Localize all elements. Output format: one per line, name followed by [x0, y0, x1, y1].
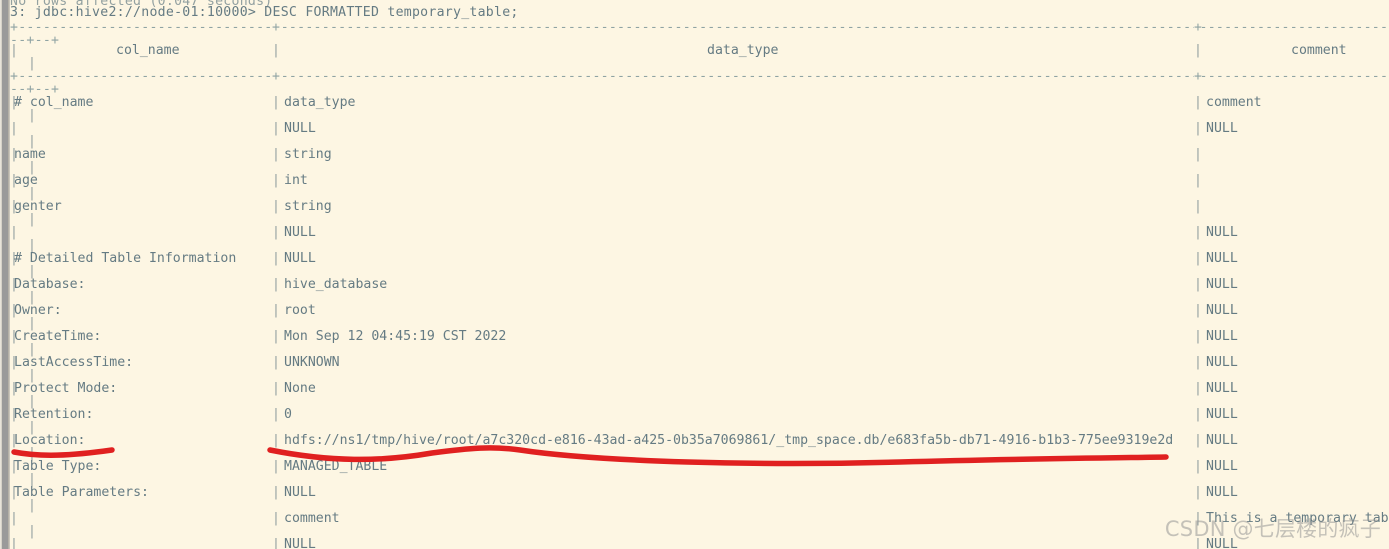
row-pipe-mid: | [272, 537, 280, 549]
separator-junction: + [272, 20, 281, 35]
cell-col-name: Location: [14, 433, 86, 448]
row-pipe-right: | [1194, 147, 1202, 162]
cell-data-type: NULL [284, 537, 316, 549]
row-wrap-pipe: | [28, 498, 36, 513]
cell-data-type: None [284, 381, 316, 396]
row-pipe-mid: | [272, 121, 280, 136]
cell-comment: NULL [1206, 329, 1238, 344]
row-wrap-pipe: | [28, 212, 36, 227]
row-wrap-pipe: | [28, 108, 36, 123]
row-pipe-right: | [1194, 459, 1202, 474]
row-pipe-mid: | [272, 277, 280, 292]
cell-data-type: comment [284, 511, 340, 526]
row-pipe-right: | [1194, 173, 1202, 188]
row-pipe-left: | [10, 537, 18, 549]
cell-data-type: Mon Sep 12 04:45:19 CST 2022 [284, 329, 507, 344]
row-pipe-left: | [10, 121, 18, 136]
row-pipe-right: | [1194, 355, 1202, 370]
cell-comment: NULL [1206, 277, 1238, 292]
cell-data-type: string [284, 147, 332, 162]
row-pipe-right: | [1194, 277, 1202, 292]
cell-col-name: # Detailed Table Information [14, 251, 237, 266]
cell-comment: NULL [1206, 303, 1238, 318]
row-pipe-mid: | [272, 329, 280, 344]
cell-comment: comment [1206, 95, 1262, 110]
header-wrap-pipe: | [28, 56, 36, 71]
cell-comment: NULL [1206, 459, 1238, 474]
cell-col-name: Retention: [14, 407, 94, 422]
cell-col-name: Owner: [14, 303, 62, 318]
row-pipe-mid: | [272, 433, 280, 448]
row-pipe-right: | [1194, 199, 1202, 214]
cell-comment: NULL [1206, 355, 1238, 370]
cell-comment: NULL [1206, 121, 1238, 136]
row-pipe-mid: | [272, 199, 280, 214]
separator-segment: +---------------------------------------… [10, 70, 1389, 83]
cell-data-type: string [284, 199, 332, 214]
row-wrap-pipe: | [28, 524, 36, 539]
csdn-watermark: CSDN @七层楼的疯子 [1164, 517, 1381, 541]
column-header-data-type: data_type [707, 43, 779, 58]
row-pipe-right: | [1194, 433, 1202, 448]
terminal-window: No rows affected (0.047 seconds) 3: jdbc:… [0, 0, 1389, 549]
row-pipe-mid: | [272, 511, 280, 526]
cell-col-name: # col_name [14, 95, 94, 110]
cell-data-type: NULL [284, 225, 316, 240]
row-pipe-mid: | [272, 485, 280, 500]
console-output: No rows affected (0.047 seconds) 3: jdbc:… [10, 0, 1389, 549]
vertical-scrollbar[interactable] [0, 0, 10, 549]
row-pipe-right: | [1194, 381, 1202, 396]
separator-junction: + [272, 69, 281, 84]
row-pipe-right: | [1194, 251, 1202, 266]
row-pipe-left: | [10, 511, 18, 526]
row-pipe-right: | [1194, 485, 1202, 500]
row-pipe-mid: | [272, 459, 280, 474]
cell-data-type: hdfs://ns1/tmp/hive/root/a7c320cd-e816-4… [284, 433, 1174, 448]
cell-data-type: NULL [284, 251, 316, 266]
cell-comment: NULL [1206, 407, 1238, 422]
separator-segment: +---------------------------------------… [10, 21, 1389, 34]
cell-comment: NULL [1206, 225, 1238, 240]
cell-data-type: hive_database [284, 277, 388, 292]
row-pipe-mid: | [272, 303, 280, 318]
cell-col-name: genter [14, 199, 62, 214]
scrollbar-thumb[interactable] [1, 0, 9, 549]
row-pipe-mid: | [272, 407, 280, 422]
cell-col-name: Database: [14, 277, 86, 292]
cell-data-type: NULL [284, 485, 316, 500]
cell-comment: NULL [1206, 251, 1238, 266]
cell-data-type: data_type [284, 95, 356, 110]
separator-junction: + [1194, 69, 1203, 84]
cell-data-type: 0 [284, 407, 292, 422]
row-pipe-mid: | [272, 173, 280, 188]
row-pipe-mid: | [272, 251, 280, 266]
cell-comment: NULL [1206, 485, 1238, 500]
row-pipe-mid: | [272, 355, 280, 370]
column-header-comment: comment [1291, 43, 1347, 58]
column-header-col-name: col_name [116, 43, 180, 58]
header-pipe-left: | [10, 43, 18, 58]
header-pipe-right: | [1194, 43, 1202, 58]
row-pipe-right: | [1194, 407, 1202, 422]
row-pipe-mid: | [272, 95, 280, 110]
cell-comment: NULL [1206, 381, 1238, 396]
cell-data-type: UNKNOWN [284, 355, 340, 370]
row-pipe-right: | [1194, 95, 1202, 110]
header-pipe-mid: | [272, 43, 280, 58]
row-pipe-right: | [1194, 225, 1202, 240]
row-pipe-mid: | [272, 225, 280, 240]
beeline-prompt-line: 3: jdbc:hive2://node-01:10000> DESC FORM… [10, 5, 519, 20]
cell-data-type: NULL [284, 121, 316, 136]
row-pipe-mid: | [272, 381, 280, 396]
cell-data-type: root [284, 303, 316, 318]
row-pipe-right: | [1194, 121, 1202, 136]
row-pipe-right: | [1194, 329, 1202, 344]
cell-data-type: int [284, 173, 308, 188]
row-pipe-left: | [10, 225, 18, 240]
separator-junction: + [1194, 20, 1203, 35]
cell-data-type: MANAGED_TABLE [284, 459, 388, 474]
row-pipe-mid: | [272, 147, 280, 162]
cell-comment: NULL [1206, 433, 1238, 448]
row-pipe-right: | [1194, 303, 1202, 318]
